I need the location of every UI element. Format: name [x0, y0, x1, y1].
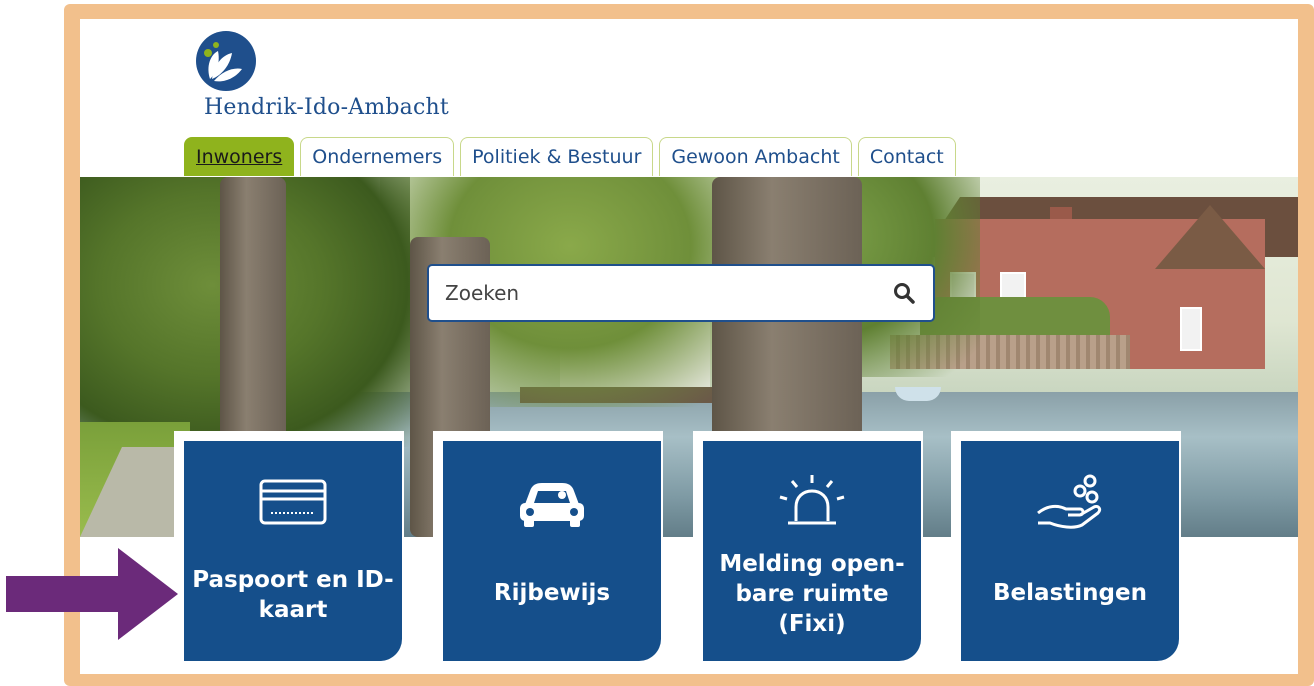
tile-container: Melding open- bare ruimte (Fixi) [693, 431, 923, 667]
car-icon [520, 483, 584, 527]
tile-container: Paspoort en ID- kaart [174, 431, 404, 667]
tile-melding-openbare-ruimte[interactable]: Melding open- bare ruimte (Fixi) [703, 441, 921, 661]
tab-inwoners[interactable]: Inwoners [184, 137, 295, 176]
search-icon [894, 283, 915, 304]
tile-label: Belastingen [993, 580, 1147, 606]
logo-emblem[interactable] [196, 31, 256, 91]
tile-paspoort[interactable]: Paspoort en ID- kaart [184, 441, 402, 661]
pointer-arrow-icon [6, 548, 178, 640]
tile-label: Melding open- bare ruimte (Fixi) [719, 551, 905, 637]
hand-coins-icon [1037, 474, 1102, 529]
tile-rijbewijs[interactable]: Rijbewijs [443, 441, 661, 661]
tile-container: Belastingen [951, 431, 1181, 667]
tile-label: Paspoort en ID- kaart [192, 567, 394, 623]
tab-contact[interactable]: Contact [857, 137, 956, 176]
tab-ondernemers[interactable]: Ondernemers [300, 137, 455, 176]
tab-gewoon-ambacht[interactable]: Gewoon Ambacht [659, 137, 852, 176]
tab-politiek-bestuur[interactable]: Politiek & Bestuur [460, 137, 654, 176]
tile-label: Rijbewijs [493, 580, 611, 606]
alarm-light-icon [779, 475, 845, 525]
search-button[interactable] [875, 266, 933, 320]
search-input[interactable] [429, 280, 875, 306]
id-card-icon [259, 479, 327, 525]
site-name[interactable]: Hendrik-Ido-Ambacht [204, 95, 449, 120]
main-navigation: Inwoners Ondernemers Politiek & Bestuur … [184, 137, 956, 177]
search-box [427, 264, 935, 322]
tile-belastingen[interactable]: Belastingen [961, 441, 1179, 661]
page-viewport: Hendrik-Ido-Ambacht Inwoners Ondernemers… [80, 19, 1298, 674]
tile-container: Rijbewijs [433, 431, 663, 667]
